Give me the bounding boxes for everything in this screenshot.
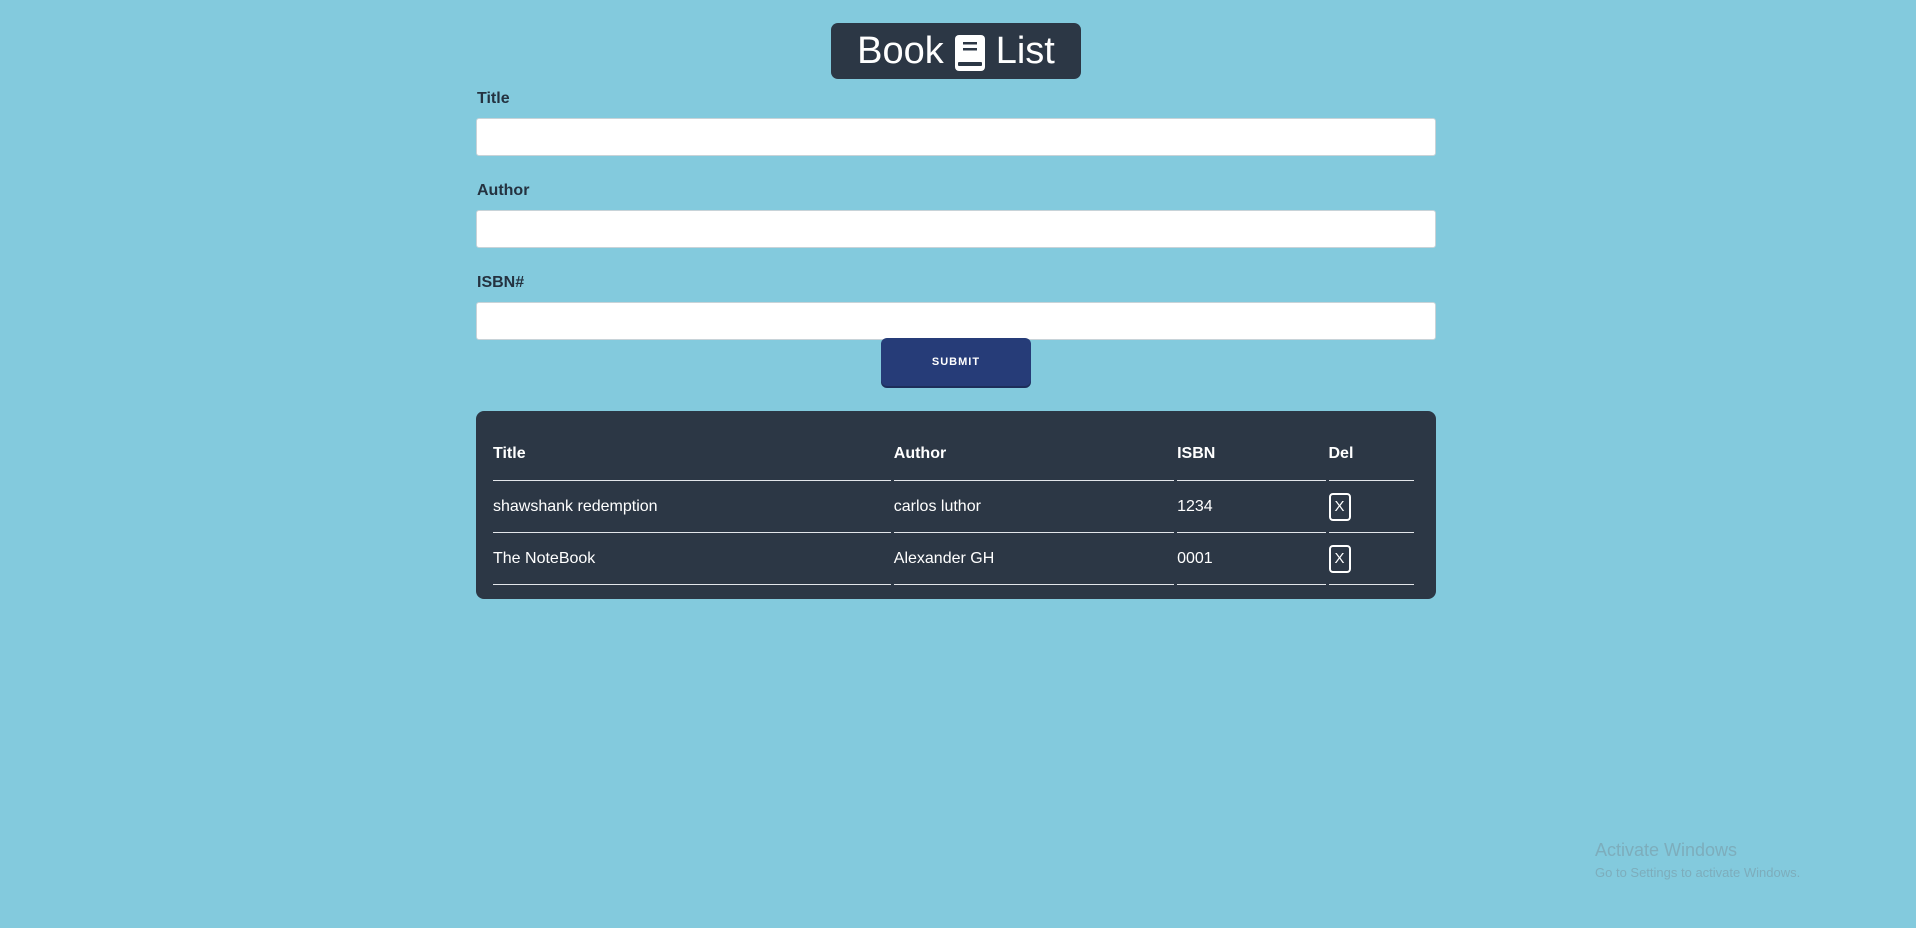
title-input[interactable]: [476, 118, 1436, 156]
book-isbn-cell: 0001: [1177, 533, 1326, 585]
book-author-cell: Alexander GH: [893, 533, 1175, 585]
delete-cell: X: [1328, 481, 1414, 533]
book-table: Title Author ISBN Del shawshank redempti…: [490, 428, 1417, 585]
delete-cell: X: [1328, 533, 1414, 585]
column-header-author: Author: [893, 428, 1175, 481]
title-label: Title: [477, 90, 510, 107]
app-header: Book List: [831, 23, 1081, 79]
submit-button[interactable]: SUBMIT: [881, 338, 1031, 386]
isbn-input[interactable]: [476, 302, 1436, 340]
header-title-right: List: [995, 30, 1055, 72]
author-label: Author: [477, 182, 530, 199]
delete-button[interactable]: X: [1328, 544, 1351, 573]
delete-button[interactable]: X: [1328, 492, 1351, 521]
book-isbn-cell: 1234: [1177, 481, 1326, 533]
column-header-del: Del: [1328, 428, 1414, 481]
table-row: shawshank redemption carlos luthor 1234 …: [493, 481, 1414, 533]
table-row: The NoteBook Alexander GH 0001 X: [493, 533, 1414, 585]
watermark-subtitle: Go to Settings to activate Windows.: [1595, 865, 1801, 880]
column-header-isbn: ISBN: [1177, 428, 1326, 481]
book-author-cell: carlos luthor: [893, 481, 1175, 533]
book-title-cell: The NoteBook: [493, 533, 891, 585]
column-header-title: Title: [493, 428, 891, 481]
book-title-cell: shawshank redemption: [493, 481, 891, 533]
book-form: Title Author ISBN#: [476, 90, 1436, 366]
header-title-left: Book: [857, 30, 944, 72]
author-input[interactable]: [476, 210, 1436, 248]
isbn-label: ISBN#: [477, 274, 525, 291]
table-header-row: Title Author ISBN Del: [493, 428, 1414, 481]
activate-windows-watermark: Activate Windows Go to Settings to activ…: [1595, 840, 1800, 880]
book-icon: [954, 32, 986, 71]
book-table-panel: Title Author ISBN Del shawshank redempti…: [476, 411, 1436, 599]
watermark-title: Activate Windows: [1595, 840, 1738, 860]
